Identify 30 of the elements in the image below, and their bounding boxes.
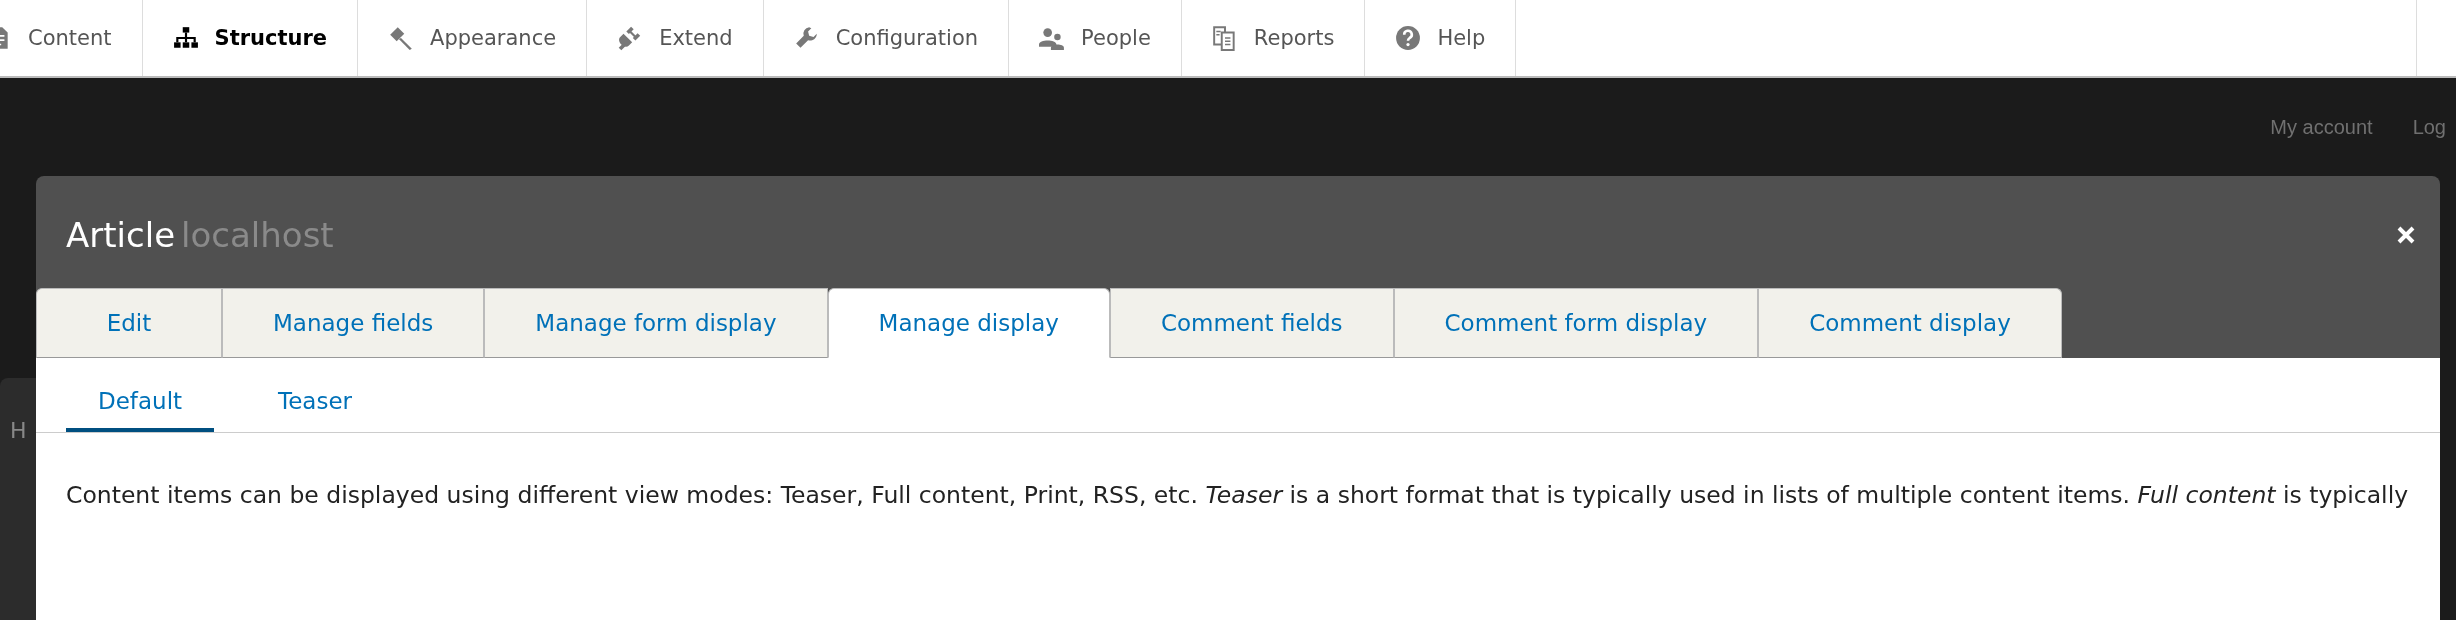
site-name: localhost [181, 215, 334, 255]
toolbar-item[interactable]: Content [0, 0, 143, 76]
toolbar-item[interactable]: Configuration [763, 0, 1010, 76]
tab[interactable]: Comment form display [1393, 288, 1759, 358]
reports-icon [1211, 25, 1238, 51]
wrench-icon [793, 25, 820, 51]
tab[interactable]: Comment fields [1109, 288, 1394, 358]
description-text: Content items can be displayed using different view modes: Teaser, Full content, Print, RSS, etc. Teaser is a short format that is typically used in lists of multiple content items. Full content is typically [66, 480, 2410, 511]
help-icon [1395, 25, 1422, 51]
toolbar-item[interactable]: Extend [587, 0, 764, 76]
tab[interactable]: Manage form display [484, 288, 828, 358]
toolbar-item[interactable]: People [1009, 0, 1182, 76]
toolbar-item[interactable]: Appearance [358, 0, 588, 76]
tab[interactable]: Manage fields [222, 288, 485, 358]
paintbrush-icon [388, 25, 415, 51]
tab[interactable]: Comment display [1758, 288, 2062, 358]
close-icon[interactable] [2396, 225, 2416, 245]
people-icon [1039, 25, 1066, 51]
hierarchy-icon [172, 25, 199, 51]
dialog-title: Article [66, 215, 176, 255]
toolbar-item[interactable]: Help [1365, 0, 1517, 76]
page-heading: H [10, 418, 27, 443]
account-link[interactable]: Log [2412, 115, 2446, 139]
toolbar-item[interactable]: Structure [142, 0, 359, 76]
tab[interactable]: Manage display [827, 288, 1110, 358]
secondary-tab[interactable]: Teaser [246, 388, 385, 432]
secondary-tab[interactable]: Default [66, 388, 215, 432]
account-link[interactable]: My account [2270, 115, 2373, 139]
toolbar-item[interactable]: Reports [1181, 0, 1366, 76]
tab[interactable]: Edit [36, 288, 222, 358]
